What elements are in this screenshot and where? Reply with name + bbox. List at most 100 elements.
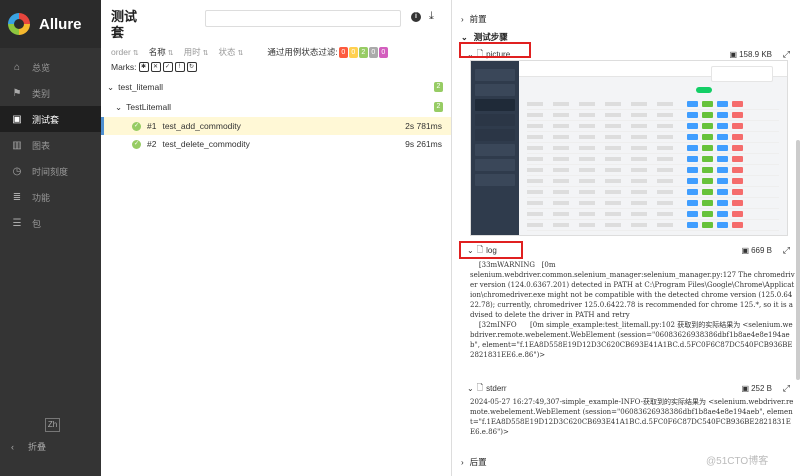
stderr-content: 2024-05-27 16:27:49,307-simple_example-I… [470,398,794,436]
search-input[interactable] [205,10,401,27]
status-count-1[interactable]: 0 [348,47,358,58]
attachment-stderr[interactable]: ⌄ 🗋 stderr ▣ 252 B ⤢ [453,380,800,397]
status-count-2[interactable]: 2 [358,47,368,58]
suites-pane: 测试套 i ⤓ order ⇅ 名称 ⇅ 用时 ⇅ 状态 ⇅ 通过用例状态过滤: 002… [101,0,452,476]
file-icon: 🗋 [476,382,484,392]
chevron-down-icon: ⌄ [467,384,474,393]
sidebar-item-4[interactable]: ◷ 时间刻度 [0,158,101,184]
expand-icon[interactable]: ⤢ [783,245,790,256]
scrollbar[interactable] [796,140,800,380]
sidebar-item-label: 类别 [32,88,51,99]
sidebar-item-label: 测试套 [32,114,60,125]
sidebar-item-2[interactable]: ▣ 测试套 [0,106,101,132]
chevron-down-icon: ⌄ [461,32,468,42]
section-title: 前置 [469,14,487,24]
save-icon: ▣ [741,384,750,393]
sidebar-item-label: 包 [32,218,42,229]
section-title: 后置 [469,457,487,467]
sort-name[interactable]: 名称 ⇅ [149,46,174,58]
mark-new-passed-icon[interactable]: ✓ [162,62,173,72]
highlight-box [459,241,523,259]
sort-bar: order ⇅ 名称 ⇅ 用时 ⇅ 状态 ⇅ 通过用例状态过滤: 00200 [111,46,451,58]
brand-name: Allure [39,15,82,33]
expand-icon[interactable]: ⤢ [783,49,790,60]
passed-icon: ✓ [132,121,141,131]
marks-bar: Marks: ✱ ✕ ✓ ! ↻ [111,62,197,72]
case-duration: 9s 261ms [405,139,442,149]
allure-logo-icon [8,13,30,35]
status-filter: 00200 [338,46,388,58]
chevron-down-icon: ⌄ [115,101,123,112]
package-icon: ☰ [12,217,22,229]
attachment-size: ▣ 158.9 KB [729,50,772,59]
home-icon: ⌂ [13,61,21,73]
expand-icon[interactable]: ⤢ [783,383,790,394]
tree-node-label: test_litemall [118,82,164,92]
sidebar-item-1[interactable]: ⚑ 类别 [0,80,101,106]
thumbnail-row [527,121,779,132]
suite-tree: ⌄ test_litemall 2 ⌄ TestLitemall 2 ✓ #1 … [101,78,451,153]
watermark: @51CTO博客 [706,456,769,467]
sidebar-item-3[interactable]: ▥ 图表 [0,132,101,158]
tree-node-child[interactable]: ⌄ TestLitemall 2 [101,98,451,116]
thumbnail-sidebar [471,61,519,235]
thumbnail-row [527,220,779,231]
collapse-button[interactable]: ‹ 折叠 [11,440,46,453]
mark-new-failed-icon[interactable]: ✕ [150,62,161,72]
status-count-0[interactable]: 0 [338,47,348,58]
tree-node-label: TestLitemall [126,102,172,112]
brand[interactable]: Allure [0,0,101,48]
sidebar-nav: ⌂ 总览 ⚑ 类别 ▣ 测试套 ▥ 图表 ◷ 时间刻度 ≣ 功能 ☰ 包 [0,54,101,236]
language-switch[interactable]: Zh [45,418,60,432]
mark-flaky-icon[interactable]: ✱ [138,62,149,72]
status-filter-label: 通过用例状态过滤: [267,47,338,57]
sidebar-item-5[interactable]: ≣ 功能 [0,184,101,210]
chevron-down-icon: ⌄ [107,81,115,92]
sidebar-item-0[interactable]: ⌂ 总览 [0,54,101,80]
sort-arrows-icon: ⇅ [167,50,174,57]
attachment-image[interactable] [470,60,788,236]
bar-chart-icon: ▥ [12,139,22,151]
mark-new-broken-icon[interactable]: ! [174,62,185,72]
teardown-section[interactable]: › 后置 [453,453,487,471]
sort-duration[interactable]: 用时 ⇅ [184,46,209,58]
thumbnail-toast [711,66,773,82]
chevron-right-icon: › [461,14,464,24]
sidebar-item-label: 时间刻度 [32,166,69,177]
case-number: #2 [147,139,157,149]
chevron-left-icon: ‹ [11,441,14,452]
count-badge: 2 [434,82,443,92]
flag-icon: ⚑ [12,87,22,99]
tree-node-root[interactable]: ⌄ test_litemall 2 [101,78,451,96]
thumbnail-row [527,165,779,176]
thumbnail-row [527,99,779,110]
save-icon: ▣ [741,246,750,255]
thumbnail-row [527,154,779,165]
case-duration: 2s 781ms [405,121,442,131]
sidebar-item-label: 总览 [32,62,51,73]
mark-retries-icon[interactable]: ↻ [186,62,197,72]
test-case-row[interactable]: ✓ #2 test_delete_commodity 9s 261ms [101,135,451,153]
list-icon: ≣ [12,191,22,203]
sort-arrows-icon: ⇅ [202,50,209,57]
attachment-size: ▣ 252 B [741,384,772,393]
thumbnail-toggle [696,87,712,93]
sort-arrows-icon: ⇅ [237,50,244,57]
sort-status[interactable]: 状态 ⇅ [219,46,244,58]
sort-order[interactable]: order ⇅ [111,47,139,57]
briefcase-icon: ▣ [12,113,22,125]
collapse-label: 折叠 [28,442,47,452]
test-case-row[interactable]: ✓ #1 test_add_commodity 2s 781ms [101,117,451,135]
sidebar: Allure ⌂ 总览 ⚑ 类别 ▣ 测试套 ▥ 图表 ◷ 时间刻度 ≣ 功能 ☰ 包 Zh ‹ 折叠 [0,0,101,476]
attachment-name: stderr [486,384,507,393]
sort-arrows-icon: ⇅ [132,50,139,57]
passed-icon: ✓ [132,139,141,149]
sidebar-item-6[interactable]: ☰ 包 [0,210,101,236]
info-icon[interactable]: i [411,12,421,22]
download-icon[interactable]: ⤓ [429,10,434,23]
log-content: [33mWARNING [0m selenium.webdriver.commo… [470,261,795,359]
setup-section[interactable]: › 前置 [453,10,800,28]
status-count-3[interactable]: 0 [368,47,378,58]
thumbnail-row [527,187,779,198]
status-count-4[interactable]: 0 [378,47,388,58]
